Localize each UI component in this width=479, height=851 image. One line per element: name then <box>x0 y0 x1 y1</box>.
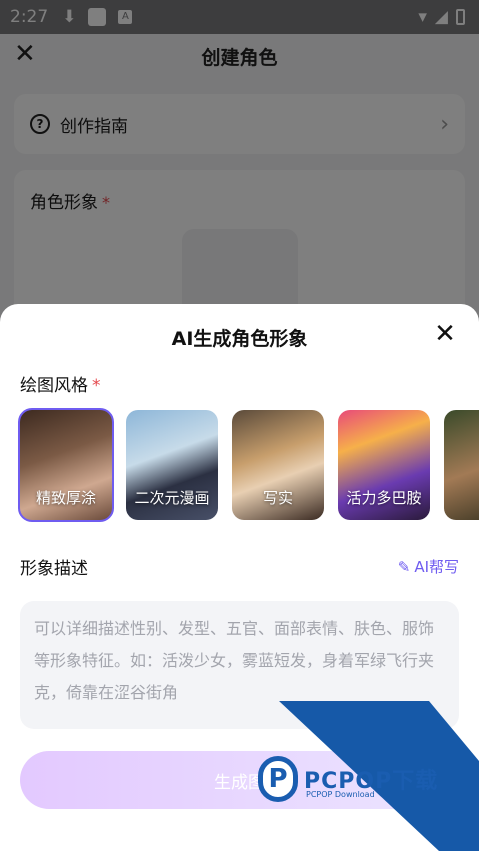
watermark-logo: P PCPOP下载 PCPOP Download <box>258 756 438 802</box>
styles-label-text: 绘图风格 <box>20 376 88 396</box>
style-name: 精致厚涂 <box>35 489 96 507</box>
style-option[interactable]: 活力多巴胺 <box>338 410 430 520</box>
required-mark: * <box>92 376 101 396</box>
ai-help-label: AI帮写 <box>414 558 459 576</box>
style-option-selected[interactable]: 精致厚涂 <box>18 408 114 522</box>
ai-help-button[interactable]: ✎ AI帮写 <box>398 556 459 577</box>
watermark-p-icon: P <box>258 756 298 802</box>
style-name: 写实 <box>262 489 293 507</box>
style-name: 二次元漫画 <box>134 489 210 507</box>
description-label: 形象描述 <box>20 559 88 579</box>
style-option[interactable]: 细 <box>444 410 479 520</box>
style-list: 精致厚涂 二次元漫画 写实 活力多巴胺 细 <box>0 408 479 522</box>
style-name: 活力多巴胺 <box>346 489 422 507</box>
style-option[interactable]: 二次元漫画 <box>126 410 218 520</box>
description-header: 形象描述 ✎ AI帮写 <box>0 554 479 580</box>
watermark-subtext: PCPOP Download <box>306 790 375 799</box>
styles-label: 绘图风格 * <box>20 371 479 396</box>
style-option[interactable]: 写实 <box>232 410 324 520</box>
magic-wand-icon: ✎ <box>397 557 411 576</box>
style-name: 细 <box>444 487 479 508</box>
close-icon[interactable]: ✕ <box>431 320 459 348</box>
sheet-title: AI生成角色形象 <box>171 328 308 350</box>
